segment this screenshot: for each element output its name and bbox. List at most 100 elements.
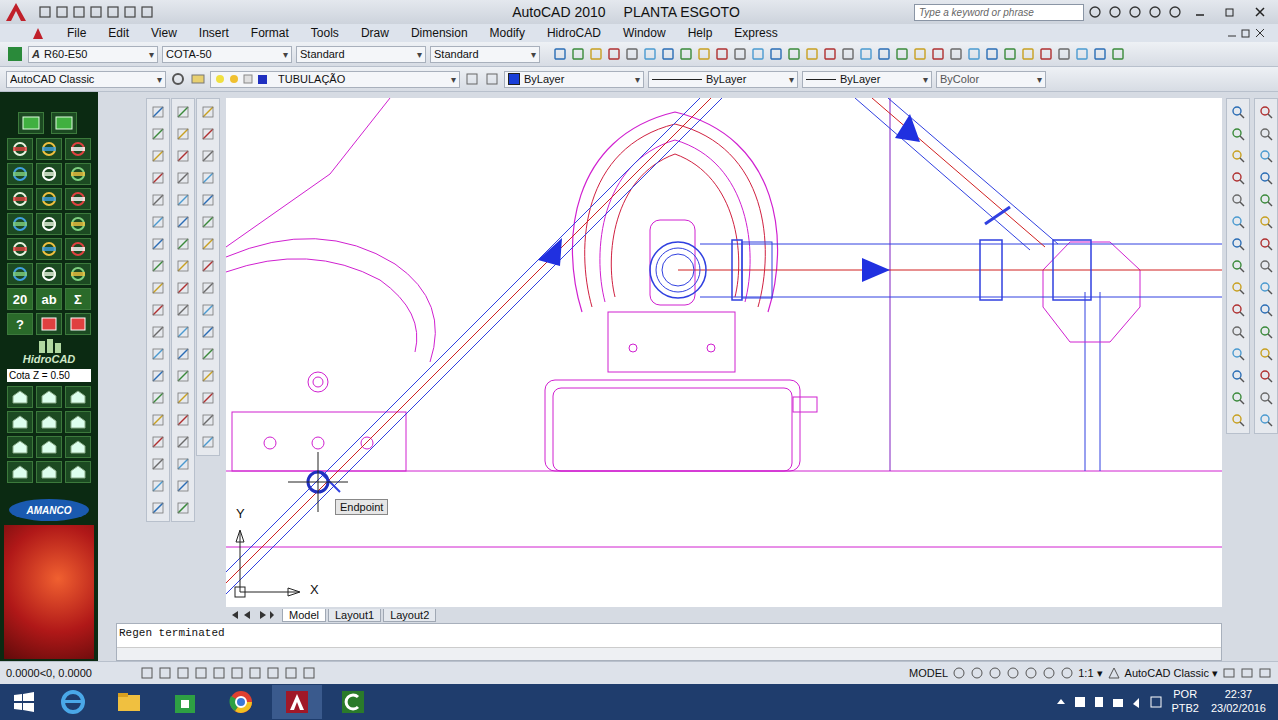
palette-3d-icon[interactable] [65, 461, 91, 483]
palette-3d-icon[interactable] [65, 386, 91, 408]
tool-icon[interactable] [199, 345, 217, 363]
standard-toolbar-icon[interactable] [840, 46, 856, 62]
tool-icon[interactable] [149, 125, 167, 143]
standard-toolbar-icon[interactable] [822, 46, 838, 62]
navigation-icon[interactable] [952, 666, 966, 680]
view-tool-icon[interactable] [1257, 103, 1275, 121]
view-tool-icon[interactable] [1229, 389, 1247, 407]
palette-icon[interactable] [65, 188, 91, 210]
layout-tab[interactable]: Layout1 [328, 609, 381, 622]
view-tool-icon[interactable] [1257, 411, 1275, 429]
palette-3d-icon[interactable] [7, 386, 33, 408]
doc-window-controls[interactable] [1226, 27, 1278, 39]
annotation-scale[interactable]: 1:1 ▾ [1078, 667, 1102, 680]
tool-icon[interactable] [174, 323, 192, 341]
palette-3d-icon[interactable] [65, 411, 91, 433]
tray-icons[interactable] [1055, 694, 1165, 710]
standard-toolbar-icon[interactable] [768, 46, 784, 62]
view-tool-icon[interactable] [1257, 235, 1275, 253]
table-style-combo[interactable]: Standard▾ [296, 46, 426, 63]
view-tool-icon[interactable] [1229, 103, 1247, 121]
standard-toolbar-icon[interactable] [930, 46, 946, 62]
standard-toolbar-icon[interactable] [858, 46, 874, 62]
autocad-taskbar-icon[interactable] [272, 685, 322, 719]
palette-3d-icon[interactable] [7, 411, 33, 433]
palette-icon[interactable] [36, 263, 62, 285]
tool-icon[interactable] [149, 323, 167, 341]
quick-access-icon[interactable] [123, 5, 137, 19]
tool-icon[interactable] [149, 345, 167, 363]
workspace-switch[interactable]: AutoCAD Classic ▾ [1125, 667, 1218, 680]
standard-toolbar-icon[interactable] [912, 46, 928, 62]
tool-icon[interactable] [174, 389, 192, 407]
palette-icon[interactable] [65, 313, 91, 335]
tool-icon[interactable] [174, 235, 192, 253]
tool-icon[interactable] [199, 279, 217, 297]
tool-icon[interactable] [199, 125, 217, 143]
view-tool-icon[interactable] [1229, 147, 1247, 165]
tool-icon[interactable] [149, 455, 167, 473]
color-combo[interactable]: ByLayer▾ [504, 71, 644, 88]
palette-glyph-button[interactable]: Σ [65, 288, 91, 310]
file-explorer-icon[interactable] [104, 685, 154, 719]
drafting-toggle-icon[interactable] [176, 666, 190, 680]
palette-3d-icon[interactable] [65, 436, 91, 458]
menu-item[interactable]: HidroCAD [536, 26, 612, 40]
view-tool-icon[interactable] [1257, 257, 1275, 275]
palette-icon[interactable] [7, 188, 33, 210]
drafting-toggle-icon[interactable] [266, 666, 280, 680]
view-tool-icon[interactable] [1257, 323, 1275, 341]
standard-toolbar-icon[interactable] [786, 46, 802, 62]
view-tool-icon[interactable] [1229, 213, 1247, 231]
menu-item[interactable]: File [56, 26, 97, 40]
view-tool-icon[interactable] [1229, 257, 1247, 275]
palette-icon[interactable] [51, 112, 77, 134]
settings-icon[interactable] [170, 71, 186, 87]
standard-toolbar-icon[interactable] [750, 46, 766, 62]
tool-icon[interactable] [174, 345, 192, 363]
standard-toolbar-icon[interactable] [570, 46, 586, 62]
standard-toolbar-icon[interactable] [894, 46, 910, 62]
tool-icon[interactable] [199, 147, 217, 165]
standard-toolbar-icon[interactable] [1020, 46, 1036, 62]
layer-combo[interactable]: TUBULAÇÃO▾ [210, 71, 460, 88]
layout-tab[interactable]: Model [282, 609, 326, 622]
camtasia-icon[interactable] [328, 685, 378, 719]
tool-icon[interactable] [149, 103, 167, 121]
document-icon[interactable] [30, 26, 46, 40]
standard-toolbar-icon[interactable] [642, 46, 658, 62]
navigation-icon[interactable] [988, 666, 1002, 680]
palette-icon[interactable] [7, 213, 33, 235]
restore-icon[interactable] [1218, 6, 1242, 18]
tool-icon[interactable] [149, 433, 167, 451]
tool-icon[interactable] [149, 411, 167, 429]
tool-icon[interactable] [199, 323, 217, 341]
view-tool-icon[interactable] [1229, 191, 1247, 209]
view-tool-icon[interactable] [1229, 411, 1247, 429]
view-tool-icon[interactable] [1257, 279, 1275, 297]
layer-manager-icon[interactable] [190, 71, 206, 87]
infocenter-icon[interactable] [1128, 5, 1142, 19]
menu-item[interactable]: Help [677, 26, 724, 40]
palette-icon[interactable] [7, 163, 33, 185]
standard-toolbar-icon[interactable] [1038, 46, 1054, 62]
standard-toolbar-icon[interactable] [804, 46, 820, 62]
palette-icon[interactable] [36, 313, 62, 335]
search-field[interactable]: Type a keyword or phrase [914, 4, 1084, 21]
tool-icon[interactable] [149, 169, 167, 187]
workspace-combo[interactable]: AutoCAD Classic▾ [6, 71, 166, 88]
tool-icon[interactable] [149, 279, 167, 297]
palette-glyph-button[interactable]: ab [36, 288, 62, 310]
palette-icon[interactable] [18, 112, 44, 134]
menu-item[interactable]: Modify [479, 26, 536, 40]
tool-icon[interactable] [174, 103, 192, 121]
tool-icon[interactable] [149, 191, 167, 209]
palette-icon[interactable] [65, 213, 91, 235]
drafting-toggle-icon[interactable] [284, 666, 298, 680]
tool-icon[interactable] [174, 301, 192, 319]
navigation-icon[interactable] [1006, 666, 1020, 680]
tool-icon[interactable] [149, 499, 167, 517]
standard-toolbar-icon[interactable] [876, 46, 892, 62]
clock[interactable]: 22:3723/02/2016 [1205, 688, 1272, 716]
standard-toolbar-icon[interactable] [696, 46, 712, 62]
